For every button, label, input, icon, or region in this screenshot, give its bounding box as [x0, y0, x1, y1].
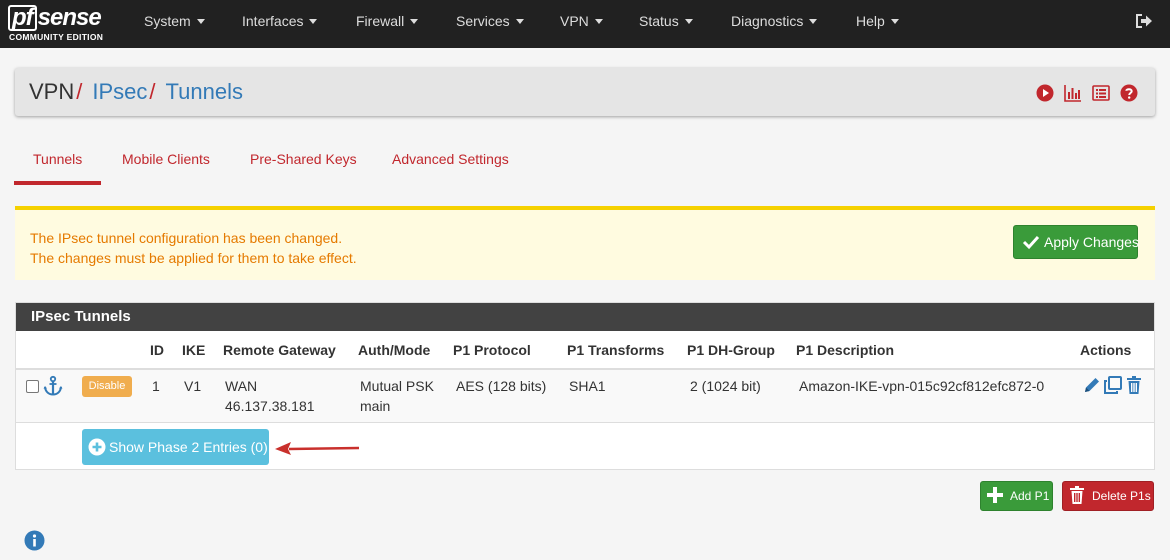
- alert-message-line-2: The changes must be applied for them to …: [30, 250, 357, 266]
- annotation-arrow-icon: [275, 442, 360, 455]
- row-select-checkbox[interactable]: [26, 380, 39, 393]
- nav-interfaces[interactable]: Interfaces: [242, 0, 318, 48]
- caret-down-icon: [594, 19, 603, 24]
- nav-system[interactable]: System: [144, 0, 205, 48]
- caret-down-icon: [309, 19, 318, 24]
- caret-down-icon: [809, 19, 818, 24]
- plus-circle-icon: [88, 438, 106, 456]
- tab-mobile-clients[interactable]: Mobile Clients: [122, 151, 210, 167]
- cell-p1-dh-group: 2 (1024 bit): [690, 378, 761, 394]
- breadcrumb-ipsec-link[interactable]: IPsec: [92, 79, 147, 104]
- panel-heading: IPsec Tunnels: [16, 303, 1154, 331]
- ipsec-tunnels-panel: IPsec Tunnels ID IKE Remote Gateway Auth…: [15, 302, 1155, 470]
- tab-advanced-settings[interactable]: Advanced Settings: [392, 151, 509, 167]
- edit-pencil-icon[interactable]: [1082, 375, 1102, 395]
- play-circle-icon[interactable]: [1036, 84, 1054, 102]
- help-icon[interactable]: [1120, 84, 1138, 102]
- nav-vpn[interactable]: VPN: [560, 0, 603, 48]
- delete-p1s-button[interactable]: Delete P1s: [1062, 481, 1154, 511]
- trash-icon: [1070, 486, 1084, 504]
- column-header-remote-gateway[interactable]: Remote Gateway: [223, 342, 336, 358]
- column-header-p1-dh-group[interactable]: P1 DH-Group: [687, 342, 775, 358]
- breadcrumb-vpn: VPN: [29, 79, 75, 104]
- cell-auth: Mutual PSK: [360, 378, 434, 394]
- bar-chart-icon[interactable]: [1064, 84, 1082, 102]
- anchor-icon[interactable]: [42, 375, 64, 397]
- plus-icon: [987, 487, 1003, 503]
- logo-subtitle: COMMUNITY EDITION: [9, 32, 104, 42]
- cell-p1-protocol: AES (128 bits): [456, 378, 547, 394]
- caret-down-icon: [196, 19, 205, 24]
- nav-firewall[interactable]: Firewall: [356, 0, 419, 48]
- show-phase2-entries-button[interactable]: Show Phase 2 Entries (0): [82, 429, 269, 465]
- column-header-ike[interactable]: IKE: [182, 342, 205, 358]
- nav-status[interactable]: Status: [639, 0, 693, 48]
- table-row-divider: [16, 422, 1154, 423]
- breadcrumb-separator: /: [149, 79, 156, 104]
- nav-services[interactable]: Services: [456, 0, 524, 48]
- column-header-id[interactable]: ID: [150, 342, 164, 358]
- column-header-p1-protocol[interactable]: P1 Protocol: [453, 342, 531, 358]
- breadcrumb-tunnels-link[interactable]: Tunnels: [166, 79, 243, 104]
- breadcrumb: VPN/IPsec/Tunnels: [15, 68, 1155, 116]
- column-header-p1-description[interactable]: P1 Description: [796, 342, 894, 358]
- check-icon: [1022, 235, 1040, 250]
- caret-down-icon: [410, 19, 419, 24]
- copy-icon[interactable]: [1103, 375, 1123, 395]
- tab-tunnels[interactable]: Tunnels: [33, 151, 82, 167]
- cell-p1-transforms: SHA1: [569, 378, 606, 394]
- nav-diagnostics[interactable]: Diagnostics: [731, 0, 818, 48]
- trash-icon[interactable]: [1124, 375, 1144, 395]
- column-header-p1-transforms[interactable]: P1 Transforms: [567, 342, 664, 358]
- cell-gateway-ip: 46.137.38.181: [225, 398, 315, 414]
- caret-down-icon: [890, 19, 899, 24]
- caret-down-icon: [684, 19, 693, 24]
- alert-message-line-1: The IPsec tunnel configuration has been …: [30, 230, 343, 246]
- cell-p1-description: Amazon-IKE-vpn-015c92cf812efc872-0: [799, 378, 1045, 394]
- add-p1-button[interactable]: Add P1: [980, 481, 1053, 511]
- panel-title: IPsec Tunnels: [31, 308, 131, 325]
- tab-pre-shared-keys[interactable]: Pre-Shared Keys: [250, 151, 357, 167]
- cell-ike: V1: [184, 378, 202, 394]
- config-changed-alert: The IPsec tunnel configuration has been …: [15, 206, 1155, 280]
- breadcrumb-separator: /: [76, 79, 83, 104]
- list-log-icon[interactable]: [1092, 84, 1110, 102]
- cell-gateway-interface: WAN: [225, 378, 258, 394]
- column-header-actions: Actions: [1080, 342, 1132, 358]
- logout-icon[interactable]: [1134, 12, 1154, 30]
- page-title: VPN/IPsec/Tunnels: [29, 79, 243, 105]
- caret-down-icon: [515, 19, 524, 24]
- column-header-auth-mode[interactable]: Auth/Mode: [358, 342, 430, 358]
- apply-changes-button[interactable]: Apply Changes: [1013, 225, 1139, 259]
- disable-tunnel-button[interactable]: Disable: [82, 376, 132, 397]
- info-icon[interactable]: [24, 530, 45, 551]
- pfsense-logo[interactable]: pf sense COMMUNITY EDITION: [8, 4, 118, 44]
- logo-wordmark: pf sense: [8, 4, 102, 32]
- active-tab-indicator: [14, 181, 101, 185]
- cell-mode: main: [360, 398, 391, 414]
- cell-id: 1: [152, 378, 160, 394]
- nav-help[interactable]: Help: [856, 0, 899, 48]
- top-navbar: pf sense COMMUNITY EDITION System Interfa…: [0, 0, 1170, 48]
